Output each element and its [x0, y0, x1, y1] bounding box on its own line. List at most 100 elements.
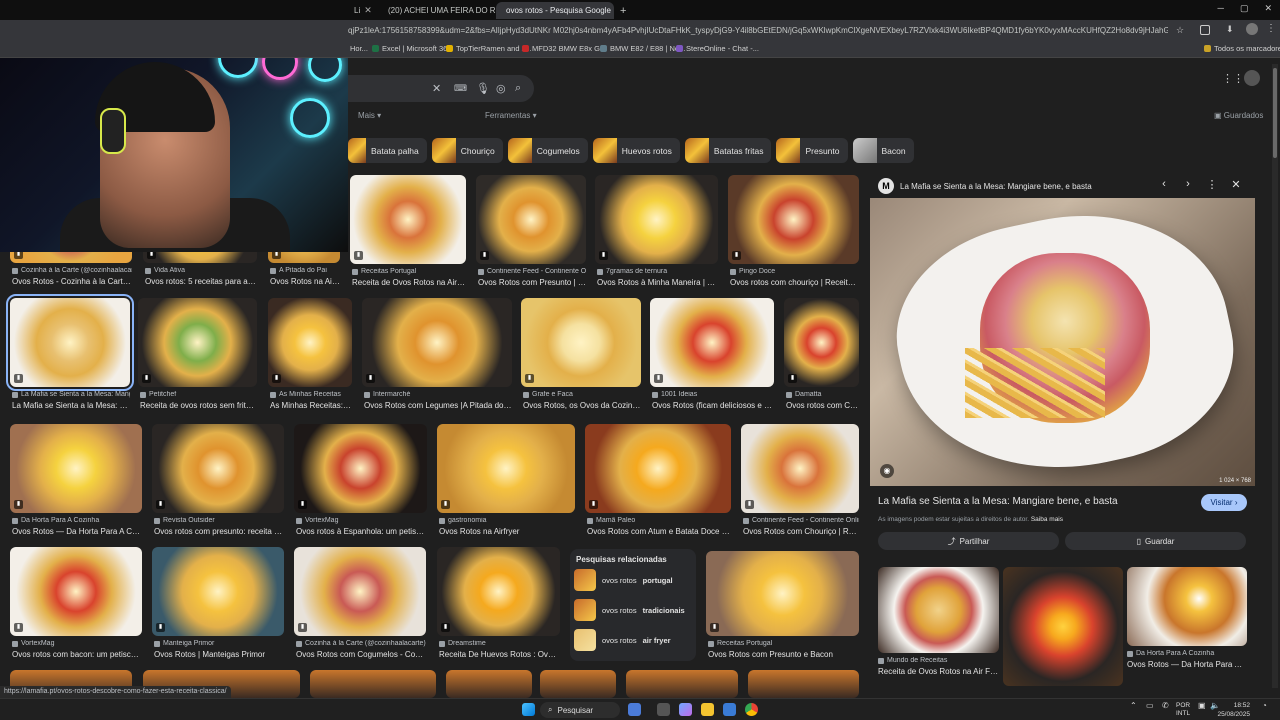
- image-result[interactable]: ▮ Intermarché Ovos Rotos com Legumes |A Pi…: [362, 298, 512, 415]
- language-indicator[interactable]: POR INTL: [1176, 702, 1190, 718]
- result-title[interactable]: Ovos Rotos — Da Horta Para A Cozi...: [12, 527, 142, 536]
- image-result[interactable]: ▮ Continente Feed - Continente Online Ovos…: [741, 424, 859, 541]
- image-result[interactable]: ▮ Mamã Paleo Ovos Rotos com Atum e Batata …: [585, 424, 731, 541]
- result-thumbnail[interactable]: ▮: [595, 175, 718, 264]
- task-view-icon[interactable]: [657, 703, 670, 716]
- image-result[interactable]: ▮ 7gramas de ternura Ovos Rotos à Minha Ma…: [595, 175, 718, 292]
- result-title[interactable]: Ovos rotos: 5 receitas para alm...: [145, 277, 257, 286]
- tab-active[interactable]: ovos rotos - Pesquisa Google✕: [496, 2, 614, 19]
- scrollbar-thumb[interactable]: [1273, 68, 1277, 158]
- image-result[interactable]: ▮ Grafe e Faca Ovos Rotos, os Ovos da Cozi…: [521, 298, 641, 415]
- result-thumbnail[interactable]: ▮: [152, 424, 284, 513]
- result-title[interactable]: Ovos Rotos na Airfryer: [439, 527, 575, 536]
- image-result[interactable]: ▮ As Minhas Receitas As Minhas Receitas: O…: [268, 298, 352, 415]
- maximize-icon[interactable]: ▢: [1240, 3, 1249, 14]
- bookmark[interactable]: TopTierRamen and s...: [446, 44, 532, 53]
- share-button[interactable]: ⤴ Partilhar: [878, 532, 1059, 550]
- image-result[interactable]: ▮ Dreamstime Receita De Huevos Rotos : Ovo…: [437, 547, 560, 664]
- profile-avatar[interactable]: [1246, 23, 1258, 35]
- tools-menu[interactable]: Ferramentas ▾: [485, 111, 537, 120]
- close-icon[interactable]: ✕: [364, 5, 372, 16]
- result-title[interactable]: As Minhas Receitas: O...: [270, 401, 352, 410]
- chip[interactable]: Huevos rotos: [592, 138, 680, 163]
- image-result[interactable]: ▮ Cozinha à la Carte (@cozinhaalacarte) Ov…: [294, 547, 426, 664]
- search-icon[interactable]: ⌕: [515, 82, 521, 95]
- result-thumbnail[interactable]: ▮: [437, 424, 575, 513]
- start-icon[interactable]: [522, 703, 535, 716]
- saved-link[interactable]: ▣ Guardados: [1214, 111, 1263, 120]
- more-menu[interactable]: Mais ▾: [358, 111, 381, 120]
- site-name[interactable]: La Mafia se Sienta a la Mesa: Mangiare b…: [900, 182, 1092, 191]
- bookmark[interactable]: BMW E82 / E88 | No...: [600, 44, 685, 53]
- result-thumbnail[interactable]: ▮: [10, 547, 142, 636]
- image-result[interactable]: ▮ Pingo Doce Ovos rotos com chouriço | Rec…: [728, 175, 859, 292]
- save-button[interactable]: ▯ Guardar: [1065, 532, 1246, 550]
- result-title[interactable]: Ovos Rotos com Legumes |A Pitada do Pai: [364, 401, 512, 410]
- result-thumbnail[interactable]: ▮: [585, 424, 731, 513]
- similar-title[interactable]: Ovos Rotos — Da Horta Para A Co...: [1127, 660, 1247, 669]
- keyboard-icon[interactable]: ⌨: [454, 83, 467, 94]
- taskbar-search[interactable]: ⌕ Pesquisar: [540, 702, 620, 718]
- tray-chevron-icon[interactable]: ⌃: [1130, 702, 1137, 710]
- result-title[interactable]: Receita de ovos rotos sem fritura...: [140, 401, 257, 410]
- star-icon[interactable]: ☆: [1176, 25, 1184, 36]
- result-title[interactable]: Ovos rotos com Ch...: [786, 401, 859, 410]
- close-window-icon[interactable]: ✕: [1264, 3, 1272, 14]
- menu-icon[interactable]: ⋮: [1266, 23, 1276, 34]
- chip[interactable]: Chouriço: [431, 138, 503, 163]
- chrome-icon[interactable]: [745, 703, 758, 716]
- chip[interactable]: Cogumelos: [507, 138, 588, 163]
- result-thumbnail[interactable]: ▮: [784, 298, 859, 387]
- result-title[interactable]: Ovos Rotos (ficam deliciosos e faz...: [652, 401, 774, 410]
- close-icon[interactable]: ✕: [1228, 178, 1244, 191]
- lens-icon[interactable]: ◉: [880, 464, 894, 478]
- result-thumbnail[interactable]: [626, 670, 738, 698]
- result-title[interactable]: Ovos rotos à Espanhola: um petisco ...: [296, 527, 427, 536]
- image-result[interactable]: ▮ La Mafia se Sienta a la Mesa: Mangia...…: [6, 294, 134, 415]
- prev-icon[interactable]: ‹: [1156, 178, 1172, 190]
- result-thumbnail[interactable]: ▮: [362, 298, 512, 387]
- clear-icon[interactable]: ✕: [432, 82, 441, 95]
- similar-image[interactable]: [1127, 567, 1247, 646]
- result-thumbnail[interactable]: [540, 670, 616, 698]
- image-result[interactable]: ▮ 1001 Ideias Ovos Rotos (ficam deliciosos…: [650, 298, 774, 415]
- mic-icon[interactable]: 🎙: [476, 82, 490, 95]
- image-result[interactable]: ▮ Petitchef Receita de ovos rotos sem frit…: [138, 298, 257, 415]
- more-icon[interactable]: ⋮: [1204, 178, 1220, 191]
- similar-image[interactable]: [1003, 567, 1123, 686]
- bookmark[interactable]: Excel | Microsoft 365: [372, 44, 451, 53]
- chip[interactable]: Batatas fritas: [684, 138, 772, 163]
- result-title[interactable]: Ovos Rotos com Cogumelos - Cozinh...: [296, 650, 426, 659]
- result-thumbnail[interactable]: ▮: [437, 547, 560, 636]
- result-thumbnail[interactable]: [748, 670, 859, 698]
- preview-title[interactable]: La Mafia se Sienta a la Mesa: Mangiare b…: [878, 496, 1118, 507]
- similar-image[interactable]: [878, 567, 999, 653]
- result-thumbnail[interactable]: ▮: [6, 294, 134, 391]
- clock[interactable]: 18:52 25/08/2025: [1217, 701, 1250, 719]
- copilot-icon[interactable]: [679, 703, 692, 716]
- url-field[interactable]: qjPz1leA:1756158758399&udm=2&fbs=AIljpHy…: [348, 23, 1168, 39]
- next-icon[interactable]: ›: [1180, 178, 1196, 190]
- result-thumbnail[interactable]: ▮: [476, 175, 586, 264]
- image-result[interactable]: ▮ VortexMag Ovos rotos à Espanhola: um pet…: [294, 424, 427, 541]
- result-title[interactable]: Ovos Rotos com Presunto e Bacon: [708, 650, 859, 659]
- all-bookmarks[interactable]: Todos os marcadores: [1204, 44, 1280, 53]
- result-thumbnail[interactable]: ▮: [650, 298, 774, 387]
- bookmark[interactable]: Hor...: [350, 44, 368, 53]
- file-explorer-icon[interactable]: [701, 703, 714, 716]
- result-title[interactable]: Ovos Rotos | Manteigas Primor: [154, 650, 284, 659]
- result-title[interactable]: Ovos Rotos com Presunto | R...: [478, 278, 586, 287]
- image-result[interactable]: ▮ Continente Feed - Continente O... Ovos R…: [476, 175, 586, 292]
- result-thumbnail[interactable]: ▮: [138, 298, 257, 387]
- lens-icon[interactable]: ◎: [496, 82, 506, 95]
- image-result[interactable]: ▮ Manteiga Primor Ovos Rotos | Manteigas P…: [152, 547, 284, 664]
- result-thumbnail[interactable]: ▮: [521, 298, 641, 387]
- bookmark[interactable]: StereOnline - Chat -...: [676, 44, 759, 53]
- similar-title[interactable]: Receita de Ovos Rotos na Air Frye...: [878, 667, 999, 676]
- bookmark[interactable]: MFD32 BMW E8x G...: [522, 44, 606, 53]
- result-title[interactable]: La Mafia se Sienta a la Mesa: Ma...: [12, 401, 130, 410]
- result-thumbnail[interactable]: ▮: [350, 175, 466, 264]
- result-title[interactable]: Ovos rotos com chouriço | Receitas | ...: [730, 278, 859, 287]
- notification-icon[interactable]: ◔: [1262, 702, 1267, 710]
- extensions-icon[interactable]: [1200, 25, 1210, 35]
